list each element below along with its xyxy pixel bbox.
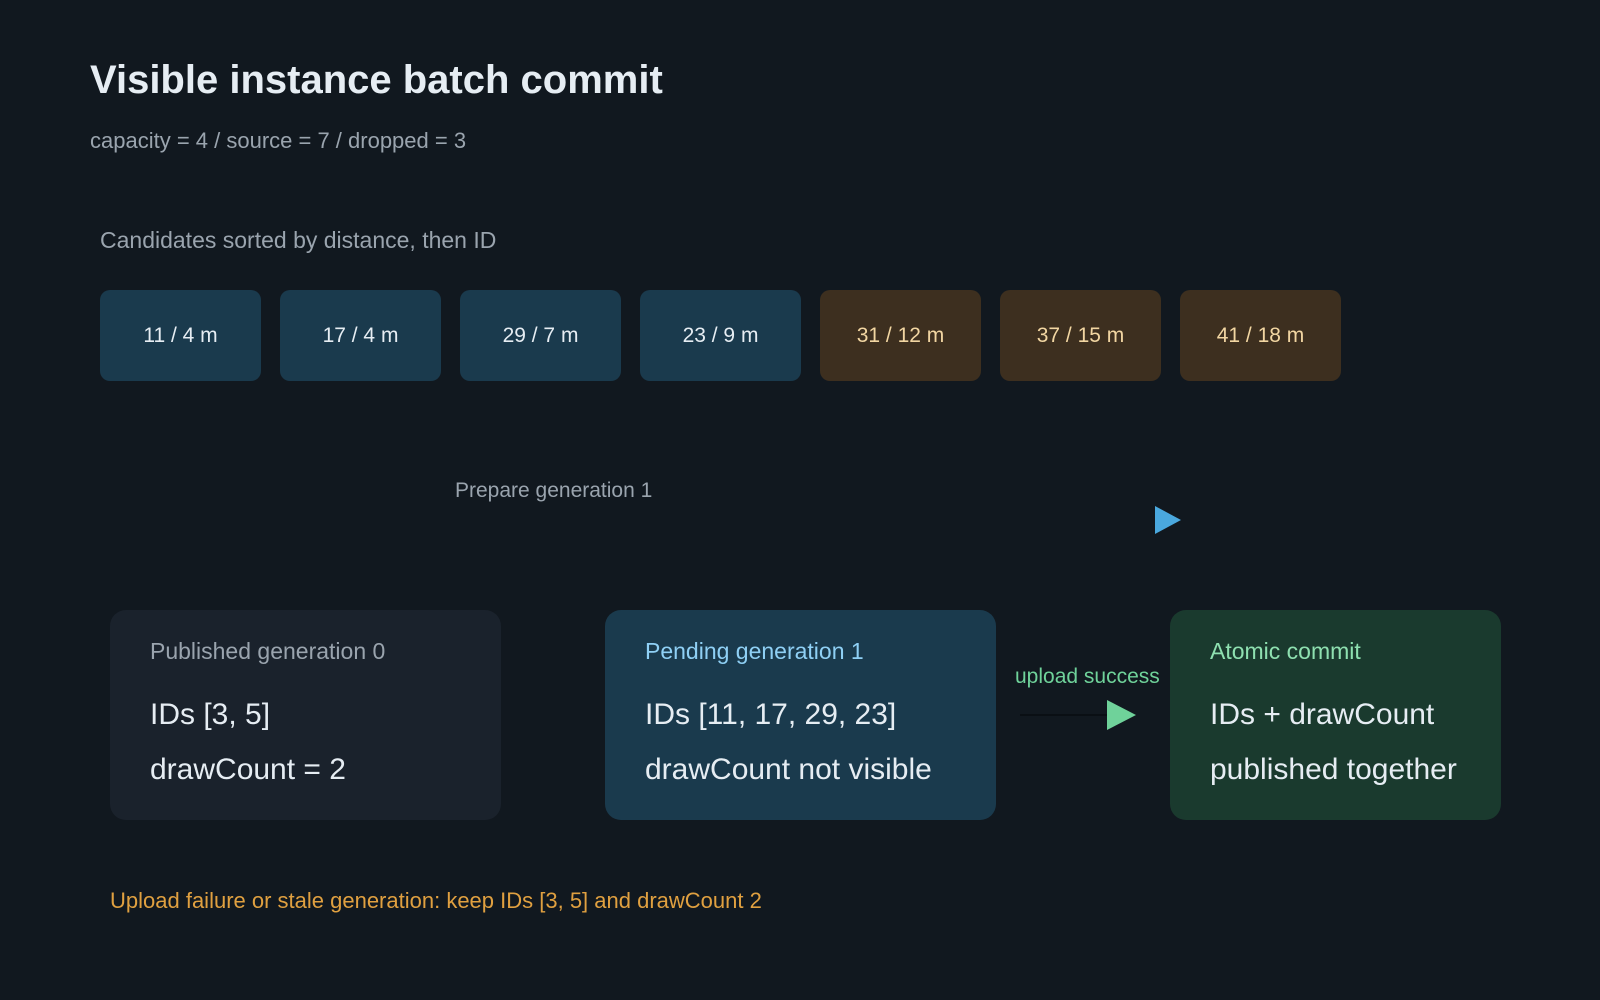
candidate-chip: 31 / 12 m (820, 290, 981, 381)
commit-card-line2: published together (1210, 753, 1457, 786)
published-card-title: Published generation 0 (150, 638, 386, 664)
candidate-chip: 37 / 15 m (1000, 290, 1161, 381)
pending-card-drawcount: drawCount not visible (645, 753, 932, 786)
candidate-chip-label: 23 / 9 m (682, 323, 759, 347)
prepare-arrow-icon (1155, 506, 1181, 534)
diagram-page: Visible instance batch commit capacity =… (0, 0, 1600, 1000)
published-card-drawcount: drawCount = 2 (150, 753, 346, 786)
candidate-chip-label: 37 / 15 m (1036, 323, 1125, 347)
published-generation-card: Published generation 0 IDs [3, 5] drawCo… (110, 610, 501, 820)
commit-card-title: Atomic commit (1210, 638, 1361, 664)
candidate-chip: 23 / 9 m (640, 290, 801, 381)
page-title: Visible instance batch commit (90, 58, 663, 102)
candidate-chip: 11 / 4 m (100, 290, 261, 381)
candidate-chip-label: 31 / 12 m (856, 323, 945, 347)
upload-arrow-line (1020, 714, 1110, 716)
published-card-ids: IDs [3, 5] (150, 698, 271, 731)
candidate-chip-label: 11 / 4 m (143, 323, 218, 347)
candidate-chip: 29 / 7 m (460, 290, 621, 381)
failure-note: Upload failure or stale generation: keep… (110, 888, 762, 913)
candidate-chip-label: 17 / 4 m (322, 323, 399, 347)
commit-card-line1: IDs + drawCount (1210, 698, 1435, 731)
upload-success-label: upload success (1015, 665, 1160, 688)
atomic-commit-card: Atomic commit IDs + drawCount published … (1170, 610, 1501, 820)
pending-card-title: Pending generation 1 (645, 638, 864, 664)
upload-arrow-icon (1107, 700, 1136, 730)
candidate-chip-label: 41 / 18 m (1216, 323, 1305, 347)
pending-card-ids: IDs [11, 17, 29, 23] (645, 698, 897, 731)
candidates-label: Candidates sorted by distance, then ID (100, 227, 497, 253)
prepare-generation-label: Prepare generation 1 (455, 479, 653, 502)
candidate-chip: 17 / 4 m (280, 290, 441, 381)
candidate-chip-label: 29 / 7 m (502, 323, 579, 347)
candidate-chip: 41 / 18 m (1180, 290, 1341, 381)
pending-generation-card: Pending generation 1 IDs [11, 17, 29, 23… (605, 610, 996, 820)
page-subtitle: capacity = 4 / source = 7 / dropped = 3 (90, 128, 467, 153)
